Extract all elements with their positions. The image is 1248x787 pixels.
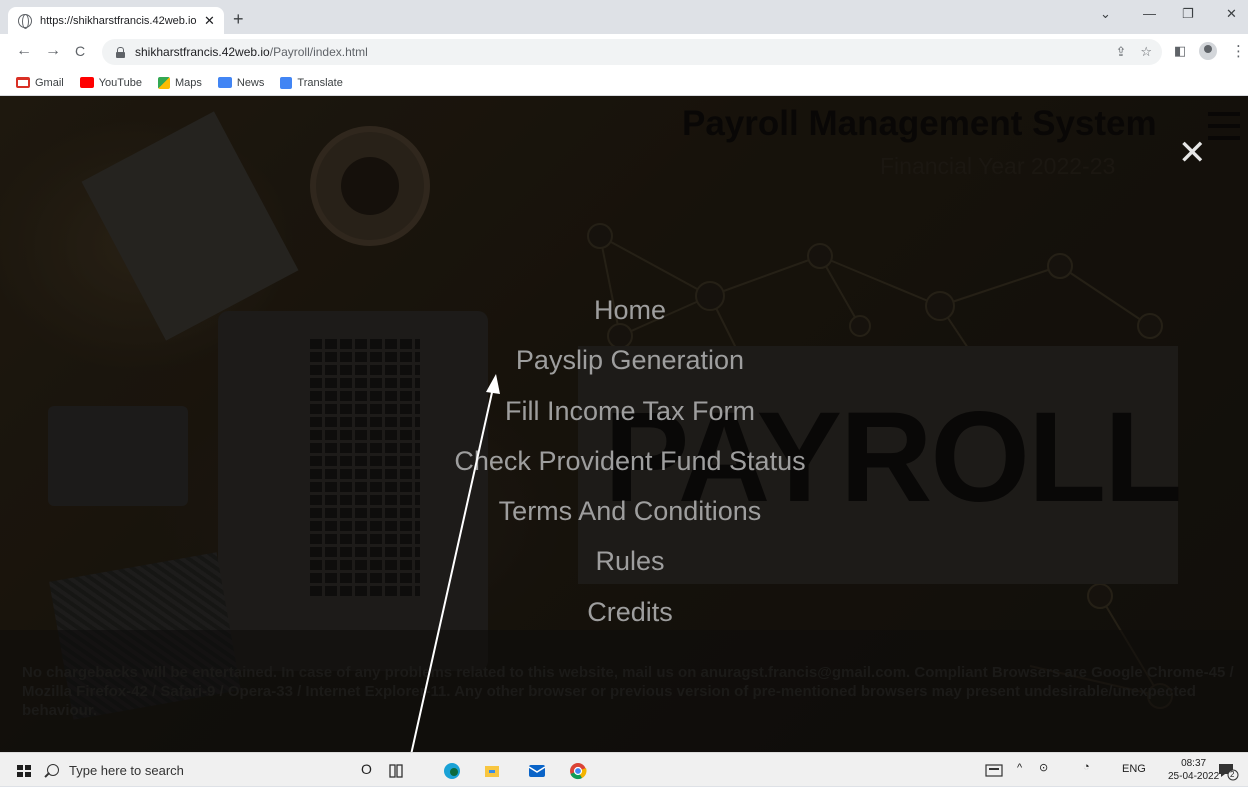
menu-item-credits[interactable]: Credits [0, 595, 1248, 645]
side-panel-icon[interactable]: ◧ [1174, 43, 1186, 59]
tab-title: https://shikharstfrancis.42web.io [40, 14, 197, 27]
lock-icon[interactable] [116, 46, 125, 58]
taskbar-search[interactable]: Type here to search [47, 753, 184, 787]
tab-search-icon[interactable]: ⌄ [1100, 6, 1111, 22]
chrome-menu-icon[interactable]: ⋮ [1231, 42, 1246, 60]
cortana-icon[interactable]: O [361, 761, 372, 777]
bookmark-gmail[interactable]: Gmail [16, 77, 64, 89]
youtube-icon [79, 77, 94, 88]
profile-avatar[interactable] [1199, 42, 1217, 60]
network-icon[interactable]: ◔ [1083, 761, 1090, 773]
file-explorer-icon[interactable] [483, 762, 501, 780]
restore-button[interactable]: ❐ [1182, 6, 1194, 22]
menu-item-fill-income-tax-form[interactable]: Fill Income Tax Form [0, 394, 1248, 444]
taskbar-search-placeholder: Type here to search [69, 762, 184, 778]
chrome-icon[interactable] [569, 762, 587, 780]
browser-toolbar: ← → C shikharstfrancis.42web.io/Payroll/… [0, 34, 1248, 70]
globe-icon [18, 13, 32, 29]
notification-count: 2 [1230, 770, 1235, 779]
task-view-icon[interactable] [387, 762, 405, 780]
bookmark-translate[interactable]: Translate [280, 76, 343, 89]
clock-time: 08:37 [1181, 758, 1207, 769]
menu-item-home[interactable]: Home [0, 293, 1248, 343]
taskbar-clock[interactable]: 08:37 25-04-2022 [1168, 757, 1219, 783]
new-tab-button[interactable]: + [233, 9, 244, 30]
back-button[interactable]: ← [16, 42, 32, 60]
browser-tab[interactable]: https://shikharstfrancis.42web.io ✕ [8, 7, 224, 34]
windows-taskbar: Type here to search O ^ ⊙ ◔ ENG 08:37 25… [0, 752, 1248, 786]
window-close-button[interactable]: ✕ [1226, 6, 1237, 22]
tab-strip: https://shikharstfrancis.42web.io ✕ + ⌄ … [0, 0, 1248, 34]
show-hidden-icons-chevron-icon[interactable]: ^ [1017, 762, 1022, 774]
onedrive-icon[interactable]: ⊙ [1039, 761, 1048, 774]
reload-button[interactable]: C [75, 43, 85, 59]
clock-date: 25-04-2022 [1168, 771, 1220, 782]
tab-close-icon[interactable]: ✕ [204, 13, 215, 29]
forward-button[interactable]: → [45, 42, 61, 60]
bookmark-maps[interactable]: Maps [157, 76, 202, 89]
share-icon[interactable]: ⇪ [1115, 44, 1126, 60]
mail-icon[interactable] [528, 762, 546, 780]
address-bar[interactable]: shikharstfrancis.42web.io/Payroll/index.… [102, 39, 1162, 65]
minimize-button[interactable]: — [1143, 6, 1156, 21]
url-host: shikharstfrancis.42web.io [135, 45, 270, 59]
menu-item-terms-and-conditions[interactable]: Terms And Conditions [0, 494, 1248, 544]
close-menu-icon[interactable]: ✕ [1178, 136, 1207, 170]
bookmark-news[interactable]: News [217, 77, 264, 89]
bookmark-youtube[interactable]: YouTube [79, 77, 142, 89]
bookmarks-bar: Gmail YouTube Maps News Translate [0, 70, 1248, 96]
gmail-icon [16, 77, 30, 88]
menu-item-check-provident-fund-status[interactable]: Check Provident Fund Status [0, 444, 1248, 494]
menu-item-payslip-generation[interactable]: Payslip Generation [0, 343, 1248, 393]
menu-item-rules[interactable]: Rules [0, 544, 1248, 594]
bookmark-star-icon[interactable]: ☆ [1140, 44, 1152, 60]
maps-icon [157, 76, 170, 89]
windows-start-icon[interactable] [17, 765, 31, 777]
notification-center-icon[interactable]: 2 [1217, 761, 1239, 781]
translate-icon [280, 76, 293, 89]
language-indicator[interactable]: ENG [1122, 763, 1146, 775]
url-path: /Payroll/index.html [269, 45, 368, 59]
page-viewport: PAYROLL Payroll Management System Financ… [0, 96, 1248, 752]
overlay-nav-menu: Home Payslip Generation Fill Income Tax … [0, 293, 1248, 645]
keyboard-icon[interactable] [985, 763, 1003, 781]
news-icon [217, 77, 232, 88]
search-icon [47, 764, 59, 776]
edge-icon[interactable] [443, 762, 461, 780]
